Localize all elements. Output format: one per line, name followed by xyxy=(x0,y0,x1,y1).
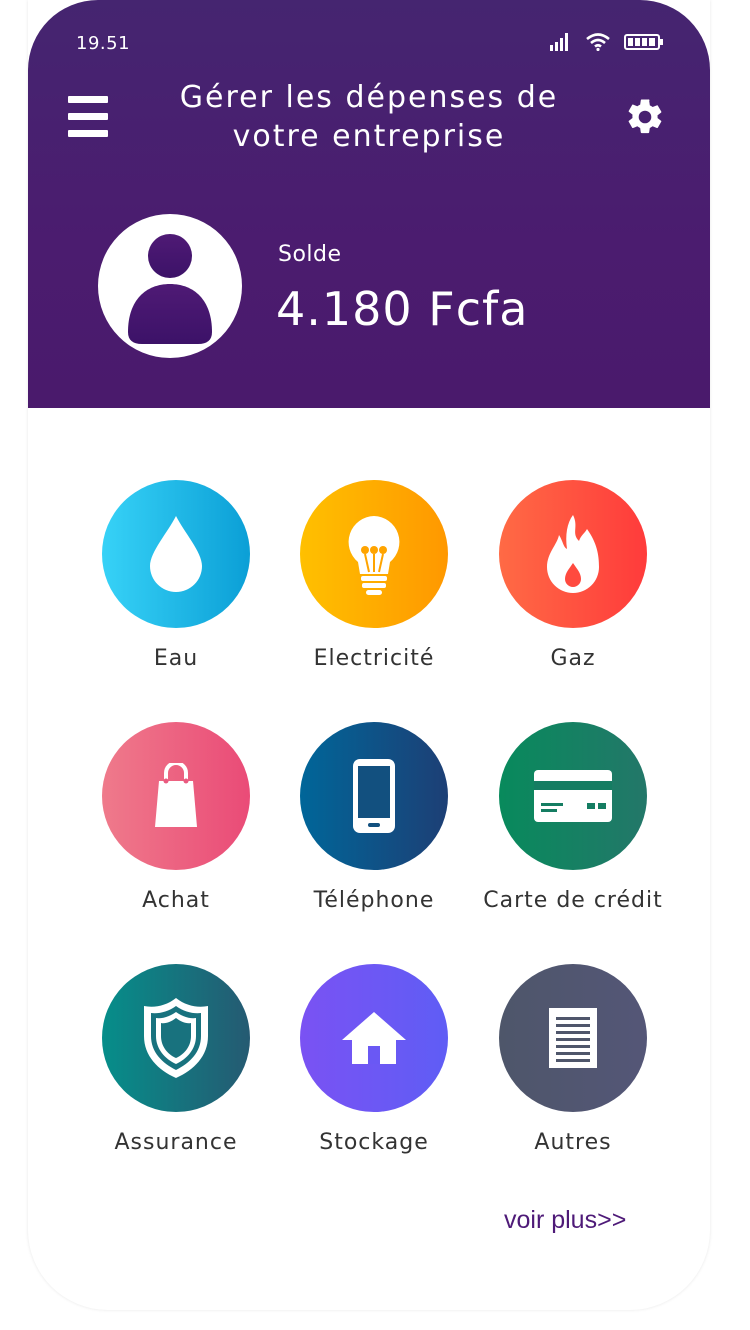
category-autres-circle[interactable] xyxy=(499,964,647,1112)
category-label: Carte de crédit xyxy=(483,888,663,913)
balance-value: 4.180 Fcfa xyxy=(276,282,529,336)
category-telephone[interactable]: Téléphone xyxy=(274,722,474,913)
category-telephone-circle[interactable] xyxy=(300,722,448,870)
category-achat[interactable]: Achat xyxy=(76,722,276,913)
category-electricite[interactable]: Electricité xyxy=(274,480,474,671)
flame-icon xyxy=(547,515,599,593)
category-label: Eau xyxy=(153,646,199,671)
shopping-bag-icon xyxy=(155,763,197,827)
light-bulb-icon xyxy=(348,516,400,595)
category-label: Téléphone xyxy=(313,888,435,913)
house-icon xyxy=(342,1012,406,1064)
phone-screen: 19.51 Gérer les dépenses de votre entrep… xyxy=(28,0,710,1310)
category-assurance[interactable]: Assurance xyxy=(76,964,276,1155)
wifi-icon xyxy=(586,33,610,51)
page-title: Gérer les dépenses de votre entreprise xyxy=(179,80,559,154)
shield-icon xyxy=(144,998,208,1078)
user-icon xyxy=(128,234,212,344)
category-label: Electricité xyxy=(313,646,435,671)
category-label: Assurance xyxy=(114,1130,238,1155)
category-electricite-circle[interactable] xyxy=(300,480,448,628)
category-stockage[interactable]: Stockage xyxy=(274,964,474,1155)
battery-icon xyxy=(624,34,663,50)
document-icon xyxy=(549,1008,597,1068)
menu-button[interactable] xyxy=(68,96,108,138)
gear-icon[interactable] xyxy=(624,96,666,138)
category-achat-circle[interactable] xyxy=(102,722,250,870)
category-label: Achat xyxy=(142,888,210,913)
status-icons xyxy=(550,33,664,51)
see-more-link[interactable]: voir plus>> xyxy=(504,1206,626,1235)
water-drop-icon xyxy=(150,516,202,592)
category-label: Stockage xyxy=(319,1130,429,1155)
phone-icon xyxy=(353,759,395,833)
credit-card-icon xyxy=(534,770,612,822)
status-time: 19.51 xyxy=(76,33,131,54)
category-stockage-circle[interactable] xyxy=(300,964,448,1112)
balance-label: Solde xyxy=(278,242,342,267)
category-gaz-circle[interactable] xyxy=(499,480,647,628)
category-autres[interactable]: Autres xyxy=(473,964,673,1155)
category-eau-circle[interactable] xyxy=(102,480,250,628)
category-gaz[interactable]: Gaz xyxy=(473,480,673,671)
category-carte[interactable]: Carte de crédit xyxy=(473,722,673,913)
category-carte-circle[interactable] xyxy=(499,722,647,870)
avatar[interactable] xyxy=(98,214,242,358)
category-eau[interactable]: Eau xyxy=(76,480,276,671)
category-label: Autres xyxy=(534,1130,612,1155)
category-assurance-circle[interactable] xyxy=(102,964,250,1112)
header: 19.51 Gérer les dépenses de votre entrep… xyxy=(28,0,710,408)
category-label: Gaz xyxy=(550,646,596,671)
signal-icon xyxy=(550,33,568,51)
